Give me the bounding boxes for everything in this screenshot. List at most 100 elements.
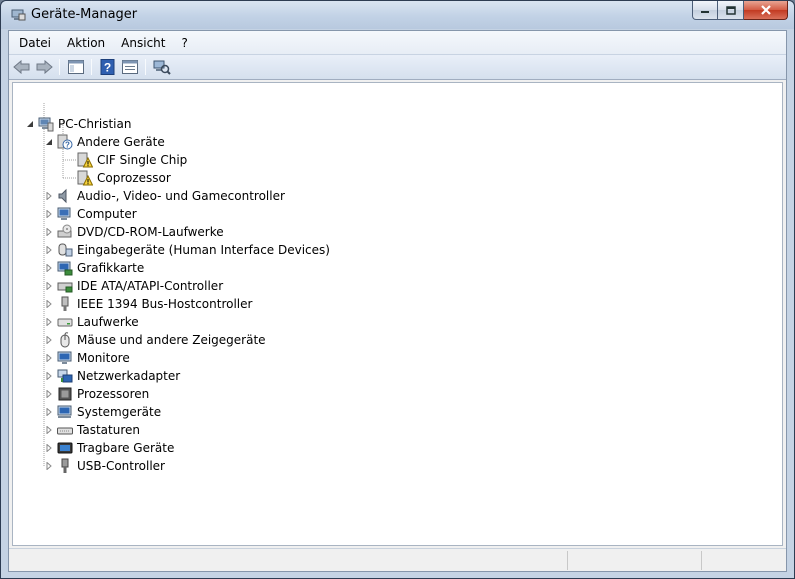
tree-label-category: IDE ATA/ATAPI-Controller [77, 279, 224, 293]
client-area: Datei Aktion Ansicht ? ? PC-Christian ? … [8, 30, 787, 572]
help-icon: ? [100, 59, 115, 75]
tree-label-cif-single-chip: CIF Single Chip [97, 153, 188, 167]
tree-label-category: Netzwerkadapter [77, 369, 181, 383]
tree-node-coprozessor[interactable]: Coprozessor [64, 169, 171, 187]
tree-node-category[interactable]: Tragbare Geräte [44, 439, 174, 457]
menu-ansicht[interactable]: Ansicht [113, 34, 173, 52]
expand-arrow-icon[interactable] [44, 408, 53, 417]
tree-label-coprozessor: Coprozessor [97, 171, 171, 185]
title-bar[interactable]: Geräte-Manager [1, 1, 794, 29]
menu-help[interactable]: ? [173, 34, 195, 52]
expand-arrow-icon[interactable] [44, 264, 53, 273]
tree-label-root: PC-Christian [58, 117, 132, 131]
expand-arrow-icon[interactable] [44, 372, 53, 381]
tree-label-category: Laufwerke [77, 315, 139, 329]
window-title: Geräte-Manager [31, 7, 138, 22]
unknown-device-icon: ? [57, 134, 73, 150]
warning-device-icon [77, 152, 93, 168]
tree-node-category[interactable]: Netzwerkadapter [44, 367, 180, 385]
expand-arrow-icon[interactable] [44, 318, 53, 327]
tree-label-category: Grafikkarte [77, 261, 145, 275]
toolbar-separator [145, 59, 146, 75]
tree-label-category: Tastaturen [77, 423, 140, 437]
expand-arrow-icon[interactable] [44, 390, 53, 399]
system-devices-icon [57, 405, 72, 418]
tree-label-category: Monitore [77, 351, 130, 365]
status-pane [567, 551, 701, 570]
forward-button[interactable] [34, 58, 54, 76]
expand-arrow-icon[interactable] [44, 462, 53, 471]
tree-node-category[interactable]: Tastaturen [44, 421, 140, 439]
disk-drive-icon [57, 318, 73, 327]
minimize-icon [701, 11, 709, 13]
expand-arrow-icon[interactable] [44, 210, 53, 219]
toolbar: ? [9, 54, 786, 80]
tree-node-cif-single-chip[interactable]: CIF Single Chip [64, 151, 187, 169]
tree-node-category[interactable]: IDE ATA/ATAPI-Controller [44, 277, 223, 295]
tree-node-category[interactable]: Grafikkarte [44, 259, 144, 277]
tree-node-andere-geraete[interactable]: ? Andere Geräte [44, 133, 165, 151]
expand-arrow-icon[interactable] [44, 300, 53, 309]
close-button[interactable] [744, 1, 788, 20]
mouse-icon [60, 332, 70, 348]
expand-arrow-icon[interactable] [44, 354, 53, 363]
portable-device-icon [57, 442, 73, 454]
tree-node-category[interactable]: Prozessoren [44, 385, 149, 403]
display-adapter-icon [57, 261, 73, 276]
menu-aktion[interactable]: Aktion [59, 34, 113, 52]
tree-label-category: Mäuse und andere Zeigegeräte [77, 333, 266, 347]
collapse-arrow-icon[interactable] [44, 138, 53, 147]
svg-text:?: ? [104, 61, 111, 75]
expand-arrow-icon[interactable] [44, 246, 53, 255]
tree-node-category[interactable]: Mäuse und andere Zeigegeräte [44, 331, 266, 349]
expand-arrow-icon[interactable] [44, 426, 53, 435]
collapse-arrow-icon[interactable] [25, 120, 34, 129]
expand-arrow-icon[interactable] [44, 228, 53, 237]
caption-buttons [692, 1, 788, 20]
expand-arrow-icon[interactable] [44, 192, 53, 201]
tree-node-category[interactable]: Computer [44, 205, 137, 223]
tree-label-andere-geraete: Andere Geräte [77, 135, 165, 149]
menu-bar: Datei Aktion Ansicht ? [9, 31, 786, 54]
device-manager-app-icon [11, 9, 26, 21]
properties-icon [122, 60, 138, 74]
properties-button[interactable] [120, 58, 140, 76]
svg-text:?: ? [65, 141, 70, 150]
show-hide-console-tree-button[interactable] [66, 58, 86, 76]
scan-hardware-button[interactable] [152, 58, 172, 76]
expand-arrow-icon[interactable] [44, 282, 53, 291]
back-button[interactable] [12, 58, 32, 76]
tree-node-category[interactable]: Systemgeräte [44, 403, 161, 421]
menu-datei[interactable]: Datei [11, 34, 59, 52]
keyboard-icon [57, 427, 73, 435]
tree-node-category[interactable]: USB-Controller [44, 457, 165, 475]
tree-node-category[interactable]: DVD/CD-ROM-Laufwerke [44, 223, 224, 241]
dvd-drive-icon [57, 224, 72, 238]
tree-label-category: Audio-, Video- und Gamecontroller [77, 189, 285, 203]
tree-label-category: USB-Controller [77, 459, 165, 473]
expand-arrow-icon[interactable] [44, 444, 53, 453]
hid-icon [58, 243, 73, 257]
tree-node-category[interactable]: Audio-, Video- und Gamecontroller [44, 187, 285, 205]
firewire-icon [61, 296, 69, 311]
expand-arrow-icon[interactable] [44, 336, 53, 345]
speaker-icon [58, 188, 67, 204]
computer-icon [57, 207, 71, 220]
tree-node-category[interactable]: Eingabegeräte (Human Interface Devices) [44, 241, 330, 259]
toolbar-separator [91, 59, 92, 75]
tree-node-category[interactable]: Laufwerke [44, 313, 139, 331]
ide-controller-icon [57, 282, 73, 293]
minimize-button[interactable] [692, 1, 718, 20]
forward-icon [36, 60, 53, 74]
status-pane [701, 551, 786, 570]
tree-node-root[interactable]: PC-Christian [25, 115, 131, 133]
maximize-button[interactable] [718, 1, 744, 20]
help-button[interactable]: ? [98, 58, 118, 76]
tree-node-category[interactable]: IEEE 1394 Bus-Hostcontroller [44, 295, 252, 313]
tree-node-category[interactable]: Monitore [44, 349, 130, 367]
scan-hardware-icon [153, 60, 171, 75]
tree-label-category: DVD/CD-ROM-Laufwerke [77, 225, 224, 239]
computer-icon [38, 117, 54, 132]
